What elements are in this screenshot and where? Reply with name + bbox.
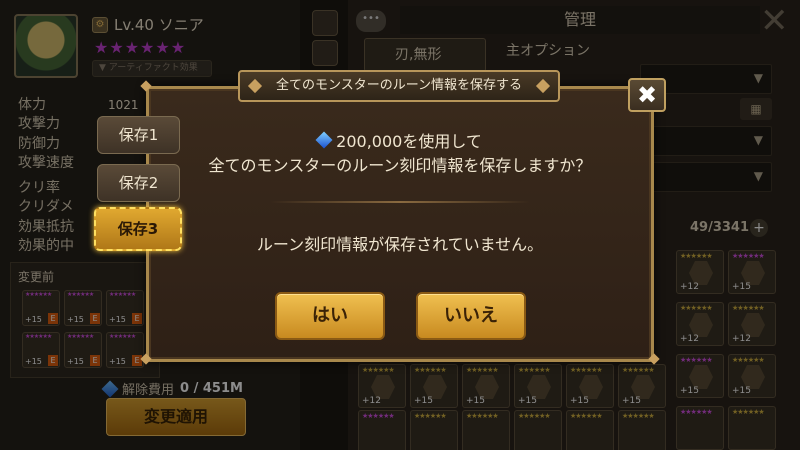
diamond-ornament-icon <box>247 78 263 94</box>
yes-button[interactable]: はい <box>275 292 385 340</box>
dialog-title-text: 全てのモンスターのルーン情報を保存する <box>275 78 523 93</box>
cost-text: 200,000を使用して <box>336 132 482 151</box>
close-icon[interactable]: ✖ <box>628 78 666 112</box>
divider <box>270 201 530 203</box>
dialog-title: 全てのモンスターのルーン情報を保存する <box>238 70 560 102</box>
cost-message: 200,000を使用して <box>146 128 654 152</box>
no-button[interactable]: いいえ <box>416 292 526 340</box>
diamond-ornament-icon <box>535 78 551 94</box>
crystal-gem-icon <box>315 131 333 149</box>
confirm-question: 全てのモンスターのルーン刻印情報を保存しますか？ <box>208 156 592 175</box>
save-status: ルーン刻印情報が保存されていません。 <box>256 235 544 254</box>
